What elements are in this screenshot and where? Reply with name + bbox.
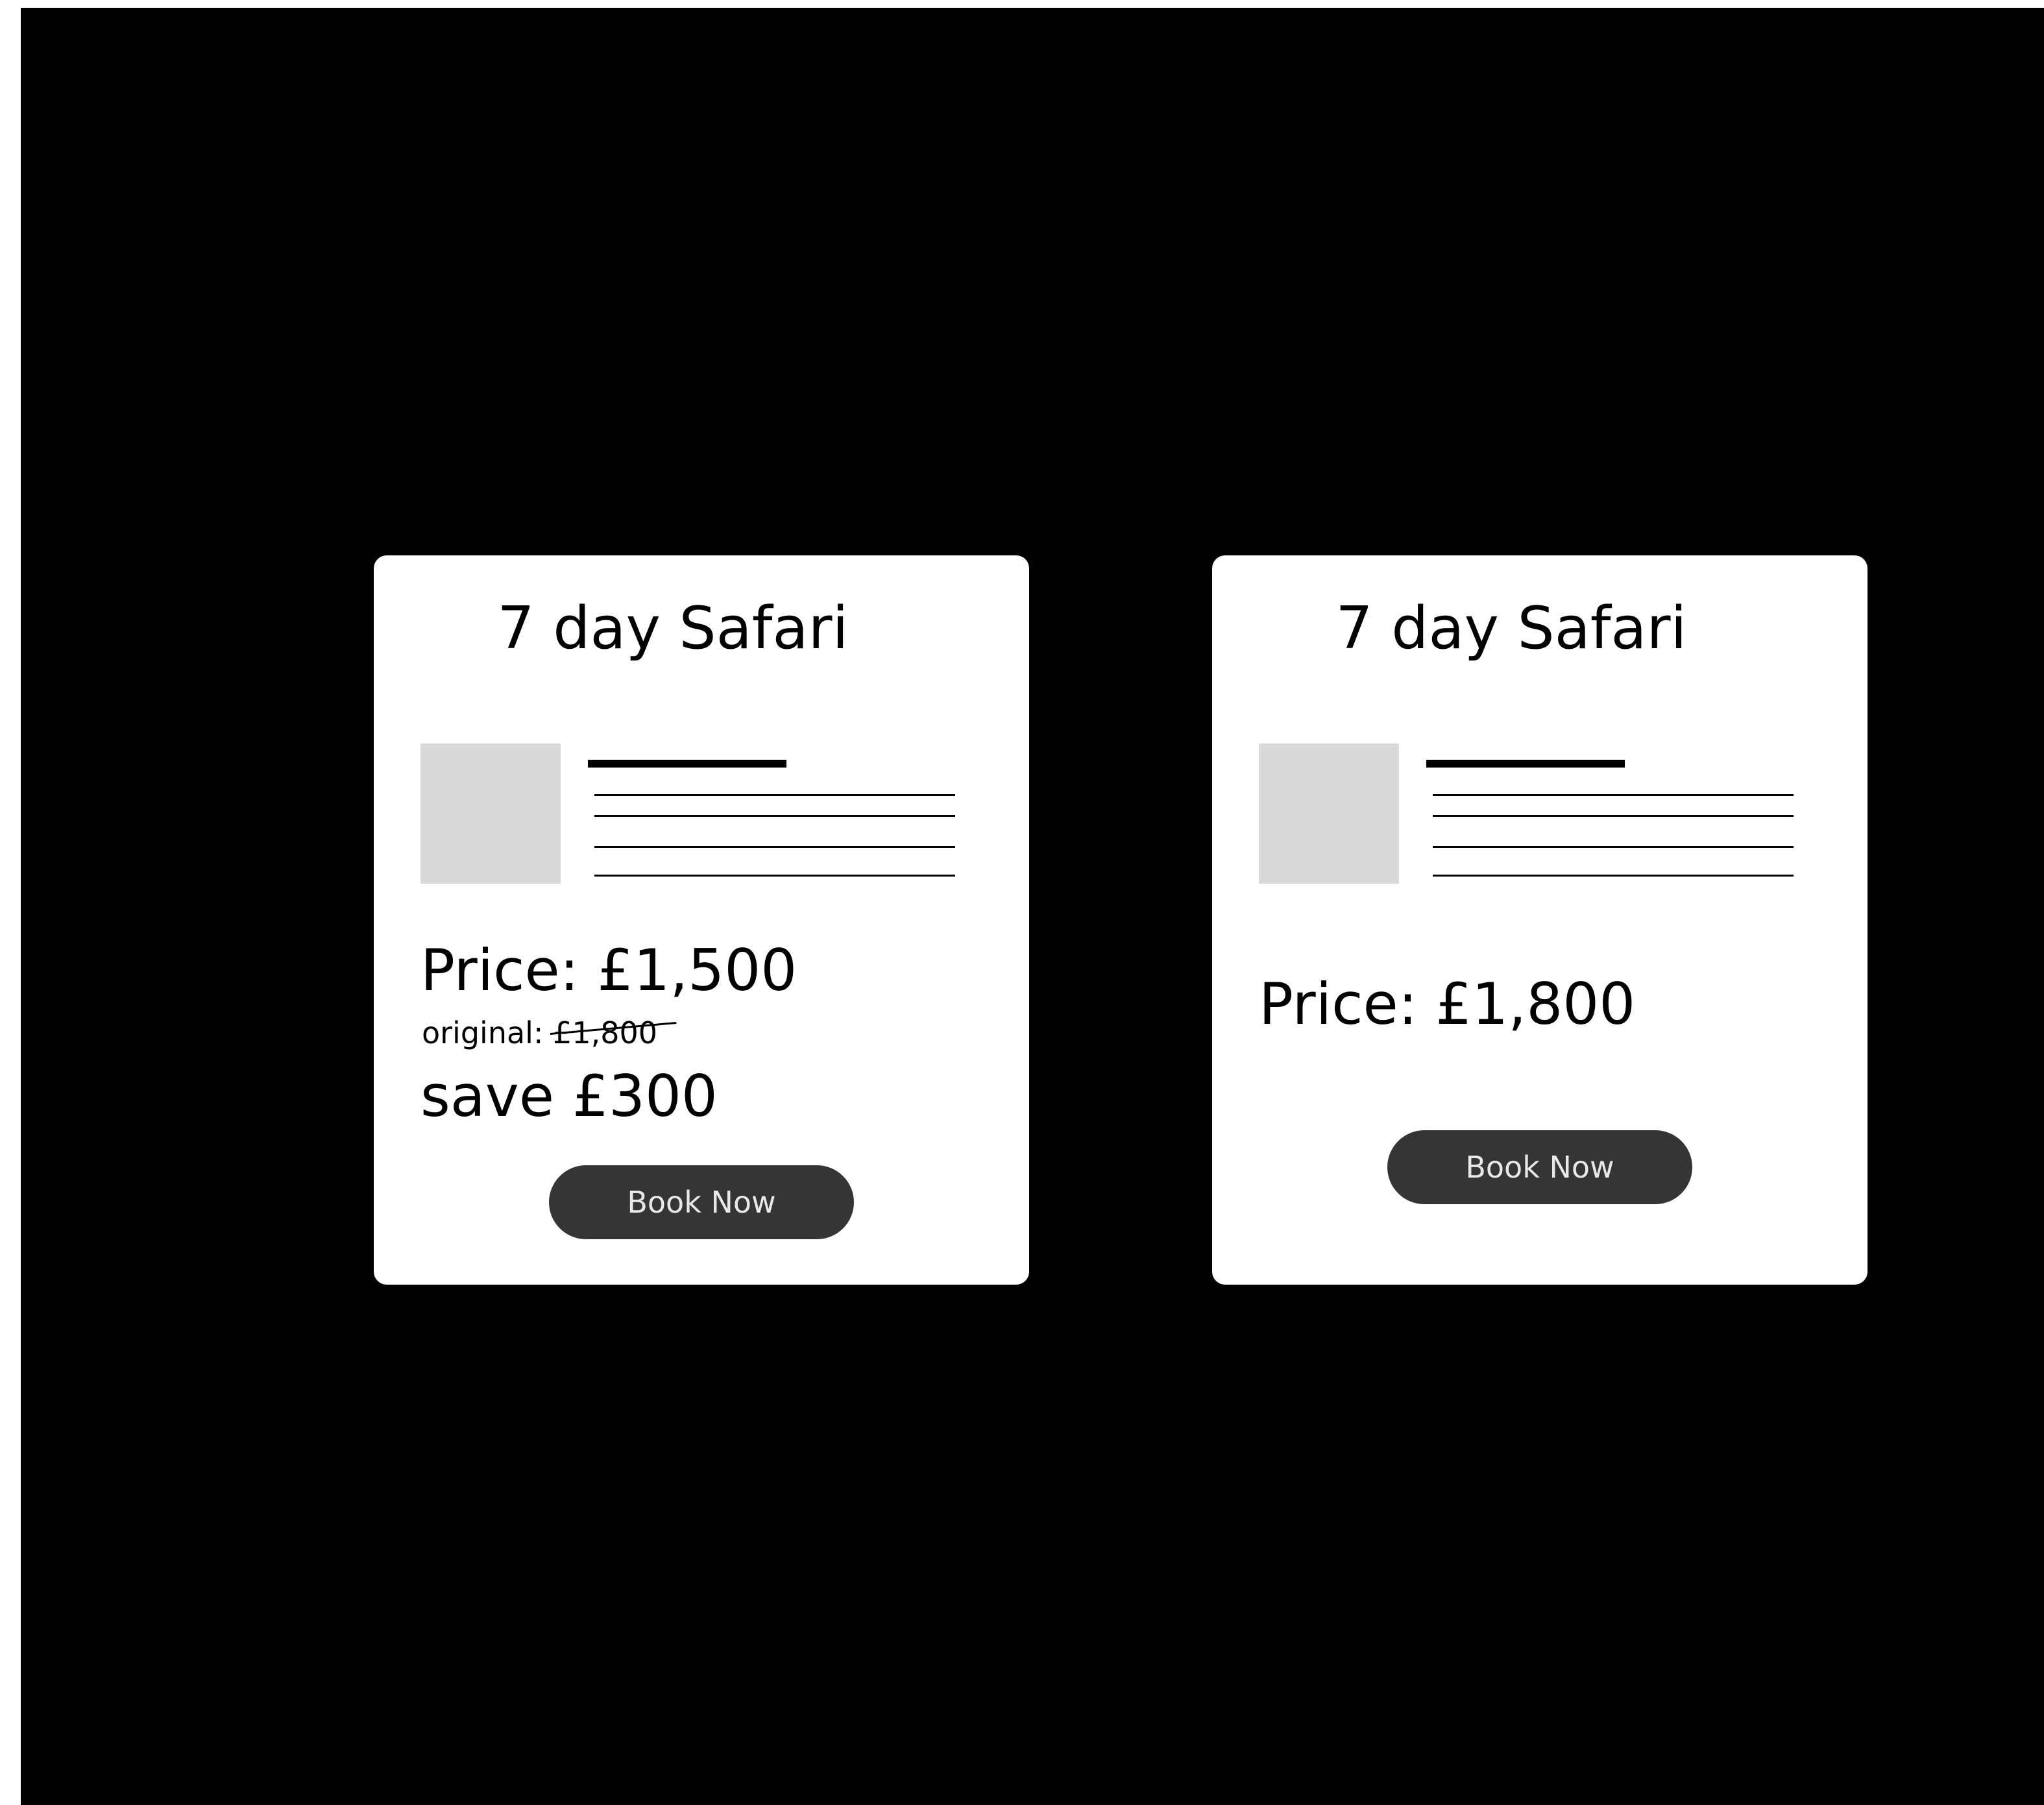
savings-text: save £300 [420, 1063, 718, 1130]
description-line-placeholder [1433, 794, 1794, 796]
book-now-button[interactable]: Book Now [549, 1165, 854, 1239]
description-line-placeholder [1433, 815, 1794, 817]
canvas-background: 7 day Safari Price: £1,500 original: £1,… [21, 8, 2044, 1805]
image-placeholder-icon [1259, 744, 1399, 884]
description-line-placeholder [594, 875, 955, 877]
price-text: Price: £1,800 [1259, 971, 1636, 1037]
book-now-button[interactable]: Book Now [1387, 1130, 1692, 1204]
description-line-placeholder [1433, 875, 1794, 877]
card-title: 7 day Safari [497, 594, 849, 662]
description-line-placeholder [594, 815, 955, 817]
description-line-placeholder [594, 794, 955, 796]
offer-card-discounted: 7 day Safari Price: £1,500 original: £1,… [374, 555, 1029, 1285]
image-placeholder-icon [420, 744, 561, 884]
description-line-placeholder [1433, 846, 1794, 848]
original-price-struck: £1,800 [553, 1013, 657, 1052]
original-price-row: original: £1,800 [422, 1013, 657, 1052]
card-title: 7 day Safari [1335, 594, 1687, 662]
description-line-placeholder [594, 846, 955, 848]
original-price-label: original: [422, 1015, 544, 1050]
description-heading-placeholder [1426, 760, 1625, 768]
offer-card-standard: 7 day Safari Price: £1,800 Book Now [1212, 555, 1868, 1285]
price-text: Price: £1,500 [420, 937, 797, 1004]
description-heading-placeholder [588, 760, 786, 768]
